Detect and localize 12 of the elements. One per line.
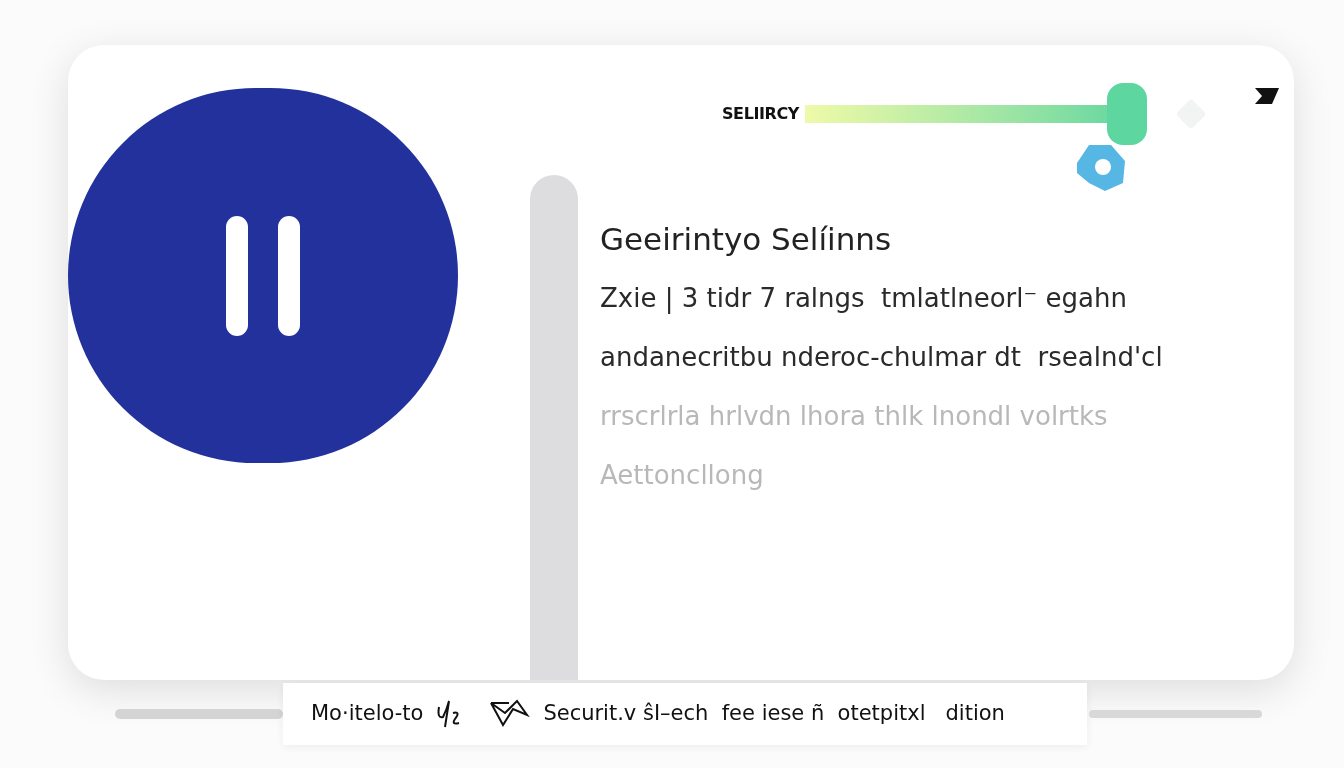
article-text-line: Aettoncllong	[600, 459, 765, 492]
slider-thumb[interactable]	[1107, 82, 1148, 145]
footer-text: Mo·itelo-to	[311, 700, 424, 728]
footer-text: Securit.v ŝI–ech fee iese ñ otetpitxl dition	[543, 700, 1005, 728]
article-title: Geeirintyo Selíinns	[600, 220, 893, 259]
pause-icon	[225, 214, 301, 337]
flag-icon[interactable]	[1254, 86, 1280, 105]
article-text-line: Zxie | 3 tidr 7 ralngs tmlatlneorl⁻ egahn	[600, 282, 1128, 315]
article-text-line: andanecritbu nderoc-chulmar dt rsealnd'cl	[600, 341, 1164, 374]
article-text-line: rrscrlrla hrlvdn lhora thlk lnondl volrtks	[600, 400, 1109, 433]
ribbon-icon	[489, 699, 532, 729]
slider-label: SELIIRCY	[722, 102, 801, 125]
